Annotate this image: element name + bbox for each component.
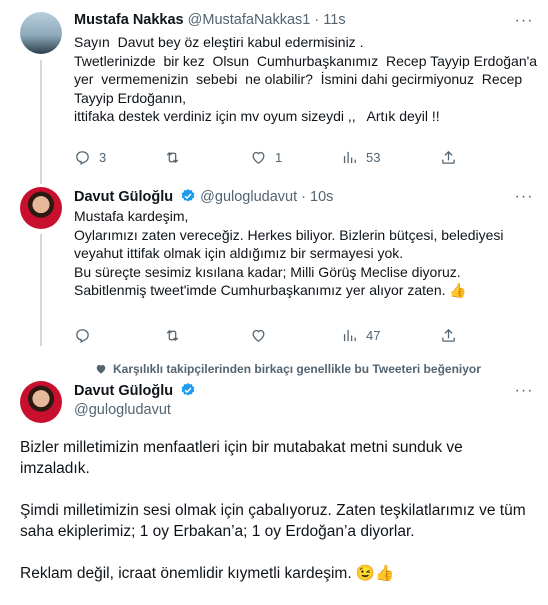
like-count: 1 [275, 150, 283, 165]
tweet-line: Oylarımızı zaten vereceğiz. Herkes biliy… [74, 226, 504, 243]
tweet-paragraph: Bizler milletimizin menfaatleri için bir… [20, 439, 463, 477]
tweet-line: ittifaka destek verdiniz için mv oyum si… [74, 108, 440, 124]
tweet-line: Sabitlenmiş tweet'imde Cumhurbaşkanımız … [74, 282, 467, 298]
share-button[interactable] [440, 327, 457, 344]
tweet-actions: 47 [74, 327, 474, 347]
display-name[interactable]: Davut Güloğlu [74, 189, 173, 205]
timestamp[interactable]: 10s [310, 189, 333, 205]
tweet-reply-davut[interactable]: Davut Güloğlu @gulogludavut · 10s ··· Mu… [0, 176, 548, 354]
like-button[interactable]: 1 [250, 149, 282, 166]
thread-line [40, 60, 42, 184]
separator-dot: · [301, 189, 306, 205]
retweet-icon [166, 151, 179, 164]
handle[interactable]: @MustafaNakkas1 [188, 12, 311, 28]
tweet-line: Mustafa kardeşim, [74, 208, 189, 224]
retweet-icon [166, 329, 179, 342]
tweet-text: Sayın Davut bey öz eleştiri kabul edermi… [74, 33, 537, 126]
heart-icon [252, 329, 265, 342]
views-count: 47 [366, 328, 381, 343]
more-options-icon[interactable]: ··· [514, 189, 534, 210]
share-button[interactable] [440, 149, 457, 166]
share-icon [442, 150, 455, 164]
retweet-button[interactable] [164, 149, 189, 166]
views-button[interactable]: 53 [341, 149, 380, 166]
timestamp[interactable]: 11s [323, 12, 345, 28]
reply-button[interactable] [74, 327, 99, 344]
views-button[interactable]: 47 [341, 327, 380, 344]
main-tweet-text: Bizler milletimizin menfaatleri için bir… [20, 437, 530, 605]
tweet-line: Sayın Davut bey öz eleştiri kabul edermi… [74, 34, 364, 50]
separator-dot: · [314, 12, 320, 28]
avatar[interactable] [20, 187, 62, 229]
tweet-line: yer vermemenizin sebebi ne olabilir? İsm… [74, 71, 523, 87]
tweet-header: Davut Güloğlu @gulogludavut · 10s [74, 188, 333, 205]
verified-badge-icon[interactable] [180, 188, 196, 204]
tweet-line: Bu süreçte sesimiz kısılana kadar; Milli… [74, 263, 461, 280]
tweet-text: Mustafa kardeşim, Oylarımızı zaten verec… [74, 207, 504, 300]
reply-icon [76, 329, 89, 343]
tweet-paragraph: Şimdi milletimizin sesi olmak için çabal… [20, 502, 526, 540]
tweet-header: Mustafa Nakkas @MustafaNakkas1 · 11s [74, 12, 346, 28]
tweet-line: Tayyip Erdoğanın, [74, 89, 187, 106]
like-button[interactable] [250, 327, 275, 344]
avatar[interactable] [20, 381, 62, 423]
reply-icon [76, 151, 89, 165]
heart-icon [252, 151, 265, 164]
verified-badge-icon[interactable] [180, 382, 196, 398]
handle[interactable]: @gulogludavut [200, 189, 297, 205]
display-name[interactable]: Mustafa Nakkas [74, 12, 184, 28]
views-count: 53 [366, 150, 381, 165]
views-chart-icon [343, 151, 356, 164]
retweet-button[interactable] [164, 327, 189, 344]
more-options-icon[interactable]: ··· [514, 13, 534, 34]
tweet-reply-mustafa[interactable]: Mustafa Nakkas @MustafaNakkas1 · 11s ···… [0, 0, 548, 184]
reply-button[interactable]: 3 [74, 149, 106, 166]
views-chart-icon [343, 329, 356, 342]
display-name[interactable]: Davut Güloğlu [74, 383, 173, 399]
share-icon [442, 328, 455, 342]
tweet-line: Twetlerinizde bir kez Olsun Cumhurbaşkan… [74, 52, 538, 69]
avatar[interactable] [20, 12, 62, 54]
thread-line [40, 234, 42, 346]
tweet-line: veyahut ittifak olmak için aldığımız bir… [74, 245, 404, 261]
tweet-header: Davut Güloğlu [74, 382, 196, 399]
tweet-actions: 3 1 53 [74, 149, 474, 169]
reply-count: 3 [99, 150, 107, 165]
more-options-icon[interactable]: ··· [514, 383, 534, 404]
handle[interactable]: @gulogludavut [74, 402, 171, 418]
